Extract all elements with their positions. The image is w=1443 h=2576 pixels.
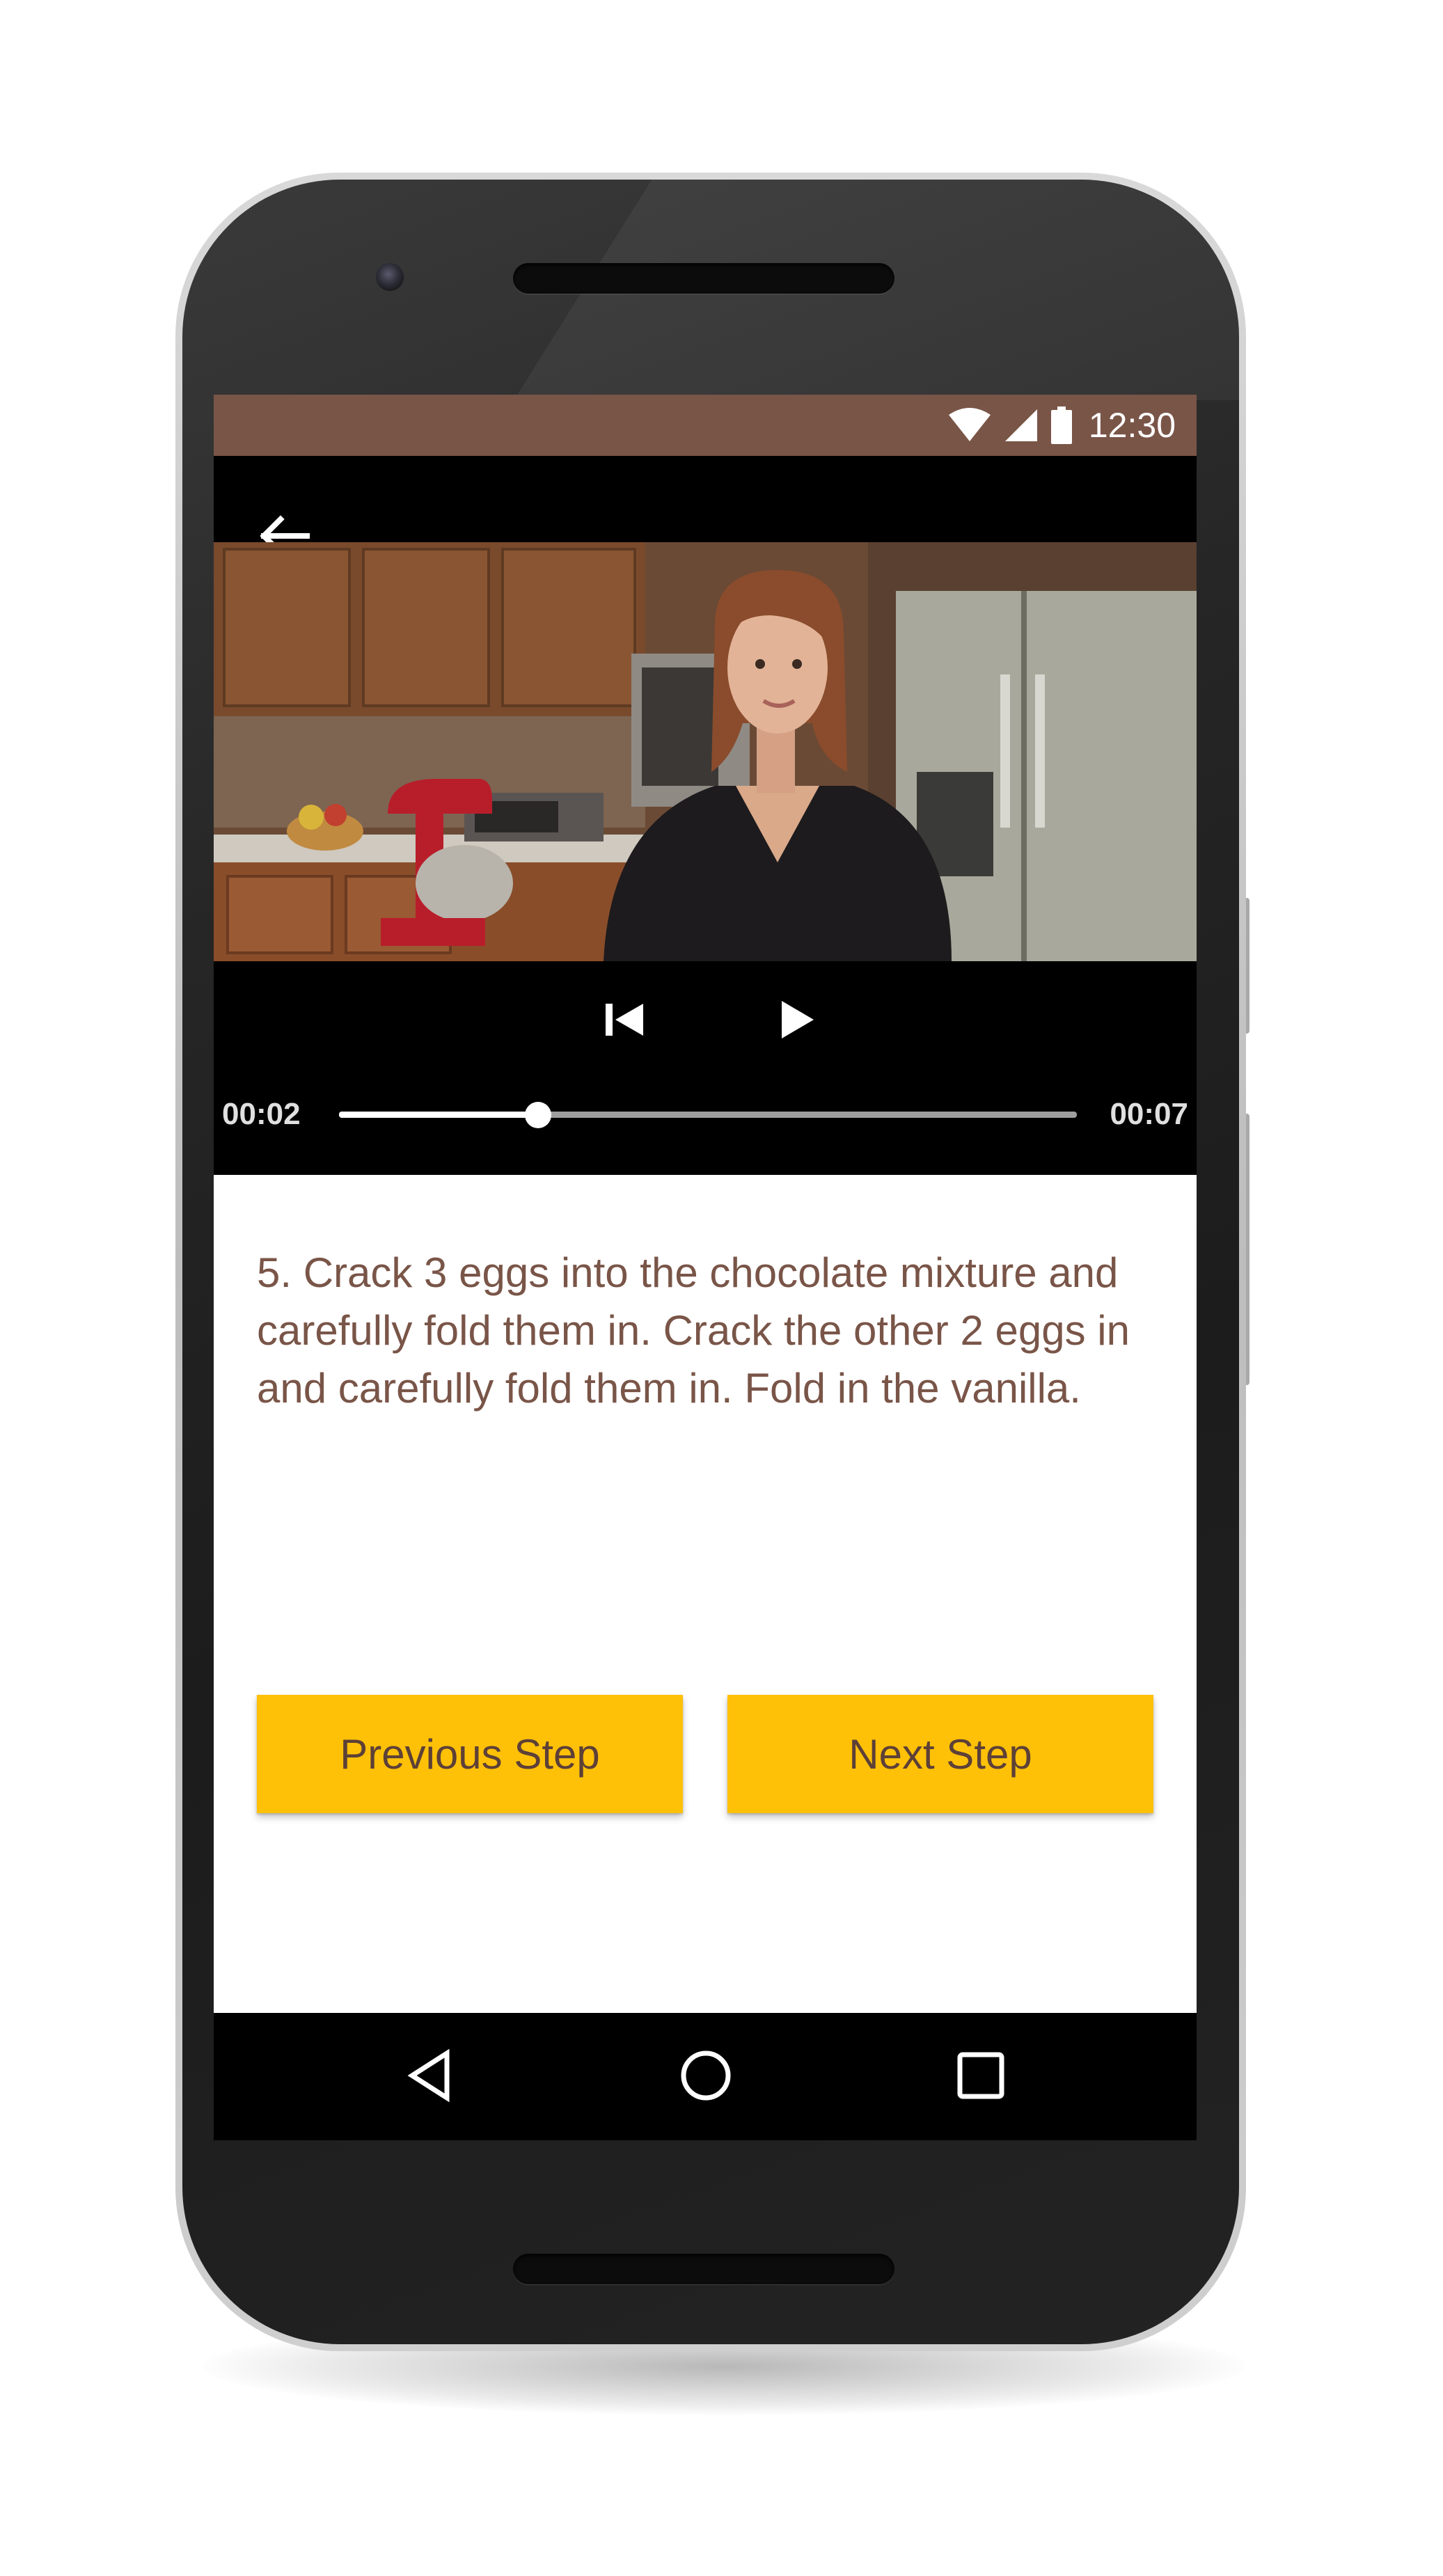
device-mockup: 12:30 00:02 00:07 5. Crack 3 eggs into t… bbox=[0, 0, 1443, 2576]
seek-bar-progress bbox=[339, 1112, 539, 1118]
front-camera bbox=[376, 263, 404, 291]
step-description: 5. Crack 3 eggs into the chocolate mixtu… bbox=[257, 1249, 1130, 1412]
top-speaker bbox=[513, 263, 894, 294]
total-time: 00:07 bbox=[1110, 1097, 1188, 1131]
previous-step-button[interactable]: Previous Step bbox=[257, 1695, 683, 1813]
status-bar: 12:30 bbox=[214, 395, 1197, 456]
current-time: 00:02 bbox=[222, 1097, 301, 1131]
seek-bar[interactable] bbox=[339, 1102, 1077, 1128]
skip-previous-icon[interactable] bbox=[593, 988, 656, 1051]
nav-back-icon[interactable] bbox=[397, 2041, 466, 2110]
signal-icon bbox=[1004, 409, 1037, 441]
seek-bar-thumb[interactable] bbox=[525, 1102, 552, 1128]
next-step-button[interactable]: Next Step bbox=[727, 1695, 1153, 1813]
status-icons: 12:30 bbox=[948, 395, 1176, 456]
wifi-icon bbox=[948, 408, 991, 441]
status-time: 12:30 bbox=[1088, 406, 1176, 445]
battery-icon bbox=[1050, 406, 1072, 444]
navigation-bar bbox=[214, 2013, 1197, 2140]
nav-home-icon[interactable] bbox=[671, 2041, 741, 2110]
video-player[interactable]: 00:02 00:07 bbox=[214, 456, 1197, 1175]
app-screen: 12:30 00:02 00:07 5. Crack 3 eggs into t… bbox=[214, 395, 1197, 2140]
progress-row: 00:02 00:07 bbox=[214, 1086, 1197, 1141]
playback-controls bbox=[214, 978, 1197, 1061]
play-icon[interactable] bbox=[764, 988, 826, 1051]
bottom-speaker bbox=[513, 2254, 894, 2284]
video-frame[interactable] bbox=[214, 542, 1197, 961]
nav-recents-icon[interactable] bbox=[946, 2041, 1016, 2110]
